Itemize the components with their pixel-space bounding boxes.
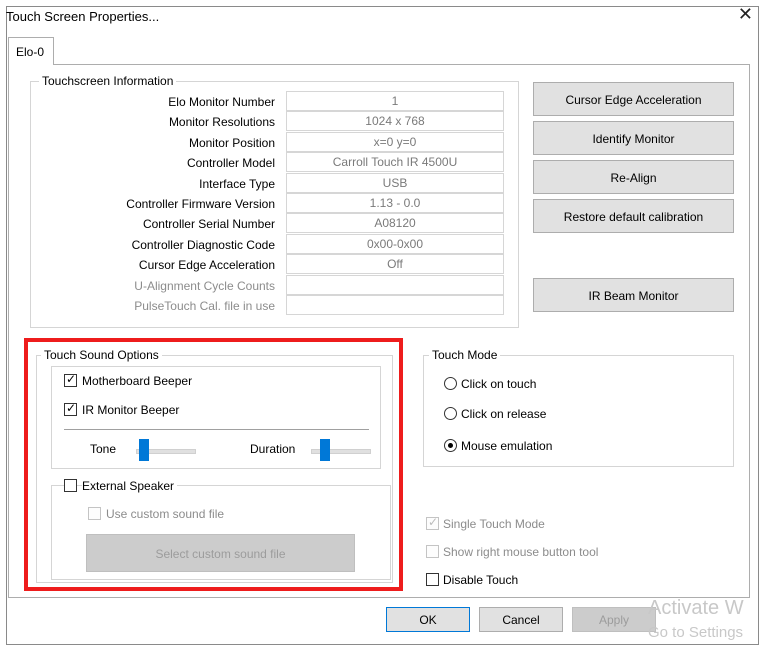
info-label-row: U-Alignment Cycle Counts [134,279,275,293]
info-value-field: USB [286,173,504,193]
restore-default-calibration-button[interactable]: Restore default calibration [533,199,734,233]
info-label-row: Elo Monitor Number [168,95,275,109]
info-value-field [286,275,504,295]
info-label-row: PulseTouch Cal. file in use [134,299,275,313]
info-value-field: 0x00-0x00 [286,234,504,254]
check-icon: ✓ [428,515,439,529]
info-value-field [286,295,504,315]
disable-touch-label: Disable Touch [443,573,519,587]
radio-selected-dot [448,443,453,448]
mouse-emulation-radio[interactable] [444,439,457,452]
mouse-emulation-label: Mouse emulation [461,439,553,453]
tab-elo-0[interactable]: Elo-0 [8,37,54,65]
click-on-touch-label: Click on touch [461,377,537,391]
window-title: Touch Screen Properties... [6,9,160,24]
apply-button[interactable]: Apply [572,607,656,632]
info-label-row: Cursor Edge Acceleration [138,258,275,272]
info-value-field: 1024 x 768 [286,111,504,131]
activate-windows-watermark: Activate W [648,597,744,619]
info-value-field: Off [286,254,504,274]
single-touch-mode-label: Single Touch Mode [443,517,545,531]
close-icon[interactable]: ✕ [738,4,753,24]
touch-mode-label: Touch Mode [429,348,501,362]
cursor-edge-acceleration-button[interactable]: Cursor Edge Acceleration [533,82,734,116]
info-value-field: x=0 y=0 [286,132,504,152]
info-value-field: 1.13 - 0.0 [286,193,504,213]
disable-touch-checkbox[interactable] [426,573,439,586]
info-value-field: Carroll Touch IR 4500U [286,152,504,172]
info-label-row: Controller Diagnostic Code [131,238,275,252]
info-value-field: A08120 [286,213,504,233]
info-value-field: 1 [286,91,504,111]
touchscreen-info-label: Touchscreen Information [39,74,177,88]
show-right-mouse-button-tool-label: Show right mouse button tool [443,545,599,559]
identify-monitor-button[interactable]: Identify Monitor [533,121,734,155]
info-label-row: Controller Serial Number [142,217,275,231]
highlight-box [24,338,403,591]
click-on-release-radio[interactable] [444,407,457,420]
ok-button[interactable]: OK [386,607,470,632]
info-label-row: Controller Firmware Version [126,197,275,211]
click-on-release-label: Click on release [461,407,547,421]
go-to-settings-watermark: Go to Settings [648,624,744,641]
info-label-row: Interface Type [199,177,275,191]
info-label-row: Monitor Position [188,136,275,150]
single-touch-mode-checkbox[interactable]: ✓ [426,515,439,530]
info-label-row: Controller Model [186,156,275,170]
cancel-button[interactable]: Cancel [479,607,563,632]
click-on-touch-radio[interactable] [444,377,457,390]
info-label-row: Monitor Resolutions [168,115,275,129]
show-right-mouse-button-tool-checkbox[interactable] [426,545,439,558]
re-align-button[interactable]: Re-Align [533,160,734,194]
ir-beam-monitor-button[interactable]: IR Beam Monitor [533,278,734,312]
